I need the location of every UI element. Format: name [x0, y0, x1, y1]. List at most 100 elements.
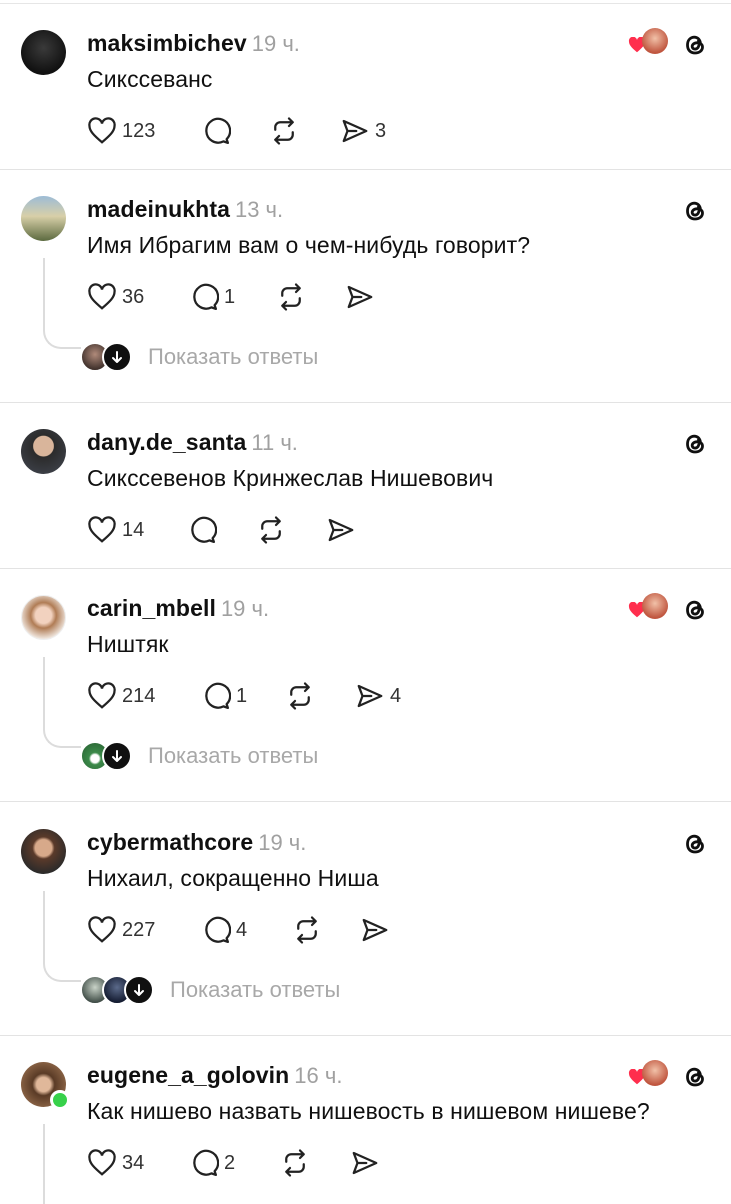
repost-icon: [274, 117, 294, 145]
username[interactable]: eugene_a_golovin: [87, 1062, 289, 1089]
timestamp: 11 ч.: [251, 430, 298, 455]
comment-button[interactable]: [187, 515, 217, 545]
comment-count: 1: [236, 684, 248, 707]
threads-logo-icon[interactable]: [680, 595, 710, 625]
post-divider: [0, 402, 731, 403]
top-divider: [0, 3, 731, 4]
comment-button[interactable]: 2: [189, 1148, 235, 1178]
like-button[interactable]: 214: [87, 681, 155, 711]
thread-line: [43, 1124, 45, 1204]
post-text: Имя Ибрагим вам о чем-нибудь говорит?: [87, 232, 531, 258]
comment-button[interactable]: 1: [201, 681, 247, 711]
comment-button[interactable]: 4: [201, 915, 247, 945]
timestamp: 16 ч.: [294, 1063, 343, 1088]
share-button[interactable]: [360, 915, 390, 945]
comment-bubble-icon: [205, 117, 231, 144]
author-liked-indicator: [628, 593, 670, 623]
username[interactable]: maksimbichev: [87, 30, 247, 57]
timestamp: 19 ч.: [258, 830, 307, 855]
share-count: 3: [375, 119, 387, 142]
show-replies-row[interactable]: Показать ответы: [80, 342, 318, 372]
repost-icon: [261, 516, 281, 544]
heart-outline-icon: [88, 117, 116, 144]
like-count: 36: [122, 285, 145, 308]
thread-line: [43, 657, 45, 729]
username[interactable]: cybermathcore: [87, 829, 253, 856]
like-button[interactable]: 123: [87, 116, 155, 146]
username[interactable]: dany.de_santa: [87, 429, 246, 456]
author-avatar: [642, 1060, 668, 1086]
comment-bubble-icon: [205, 916, 231, 943]
post-header: eugene_a_golovin 16 ч.: [87, 1062, 342, 1092]
like-button[interactable]: 14: [87, 515, 144, 545]
author-liked-indicator: [628, 1060, 670, 1090]
author-avatar: [642, 593, 668, 619]
show-replies-row[interactable]: Показать ответы: [80, 741, 318, 771]
like-count: 34: [122, 1151, 145, 1174]
repost-icon: [290, 682, 310, 710]
send-icon: [347, 285, 373, 309]
show-replies-row[interactable]: Показать ответы: [80, 975, 340, 1005]
comment-count: 2: [224, 1151, 236, 1174]
avatar[interactable]: [21, 595, 66, 640]
post-header: dany.de_santa 11 ч.: [87, 429, 298, 459]
online-status-dot: [50, 1090, 70, 1110]
post-header: cybermathcore 19 ч.: [87, 829, 306, 859]
comment-button[interactable]: [201, 116, 236, 146]
repost-button[interactable]: [285, 681, 315, 711]
repost-button[interactable]: [269, 116, 299, 146]
heart-outline-icon: [88, 516, 116, 543]
threads-logo-icon[interactable]: [680, 829, 710, 859]
username[interactable]: carin_mbell: [87, 595, 216, 622]
like-count: 214: [122, 684, 156, 707]
comment-bubble-icon: [193, 283, 219, 310]
post-text: Нихаил, сокращенно Ниша: [87, 865, 379, 891]
post-divider: [0, 801, 731, 802]
comment-bubble-icon: [205, 682, 231, 709]
timestamp: 19 ч.: [220, 596, 270, 621]
arrow-down-icon: [102, 741, 132, 771]
username[interactable]: madeinukhta: [87, 196, 230, 223]
repost-button[interactable]: [280, 1148, 310, 1178]
share-button[interactable]: [345, 282, 375, 312]
share-button[interactable]: 3: [340, 116, 386, 146]
like-button[interactable]: 34: [87, 1148, 144, 1178]
reply-post: cybermathcore 19 ч. Нихаил, сокращенно Н…: [0, 829, 731, 1036]
avatar[interactable]: [21, 429, 66, 474]
heart-outline-icon: [88, 916, 116, 943]
repost-button[interactable]: [256, 515, 286, 545]
show-replies-link[interactable]: Показать ответы: [148, 344, 318, 370]
share-button[interactable]: [326, 515, 356, 545]
repost-button[interactable]: [292, 915, 322, 945]
send-icon: [362, 918, 388, 942]
post-header: madeinukhta 13 ч.: [87, 196, 283, 226]
avatar[interactable]: [21, 30, 66, 75]
avatar[interactable]: [21, 196, 66, 241]
avatar[interactable]: [21, 829, 66, 874]
repost-icon: [281, 283, 301, 311]
heart-outline-icon: [88, 682, 116, 709]
arrow-down-icon: [124, 975, 154, 1005]
threads-logo-icon[interactable]: [680, 30, 710, 60]
repost-button[interactable]: [276, 282, 306, 312]
threads-logo-icon[interactable]: [680, 196, 710, 226]
threads-logo-icon[interactable]: [680, 1062, 710, 1092]
like-button[interactable]: 227: [87, 915, 155, 945]
post-text: Как нишево назвать нишевость в нишевом н…: [87, 1098, 650, 1124]
like-button[interactable]: 36: [87, 282, 144, 312]
arrow-down-icon: [102, 342, 132, 372]
show-replies-link[interactable]: Показать ответы: [148, 743, 318, 769]
thread-line: [43, 258, 45, 330]
repost-icon: [297, 916, 317, 944]
like-count: 14: [122, 518, 145, 541]
share-button[interactable]: 4: [355, 681, 401, 711]
threads-logo-icon[interactable]: [680, 429, 710, 459]
show-replies-link[interactable]: Показать ответы: [170, 977, 340, 1003]
post-header: maksimbichev 19 ч.: [87, 30, 300, 60]
post-header: carin_mbell 19 ч.: [87, 595, 269, 625]
author-avatar: [642, 28, 668, 54]
post-text: Ништяк: [87, 631, 169, 657]
share-button[interactable]: [350, 1148, 380, 1178]
send-icon: [342, 119, 368, 143]
comment-button[interactable]: 1: [189, 282, 235, 312]
